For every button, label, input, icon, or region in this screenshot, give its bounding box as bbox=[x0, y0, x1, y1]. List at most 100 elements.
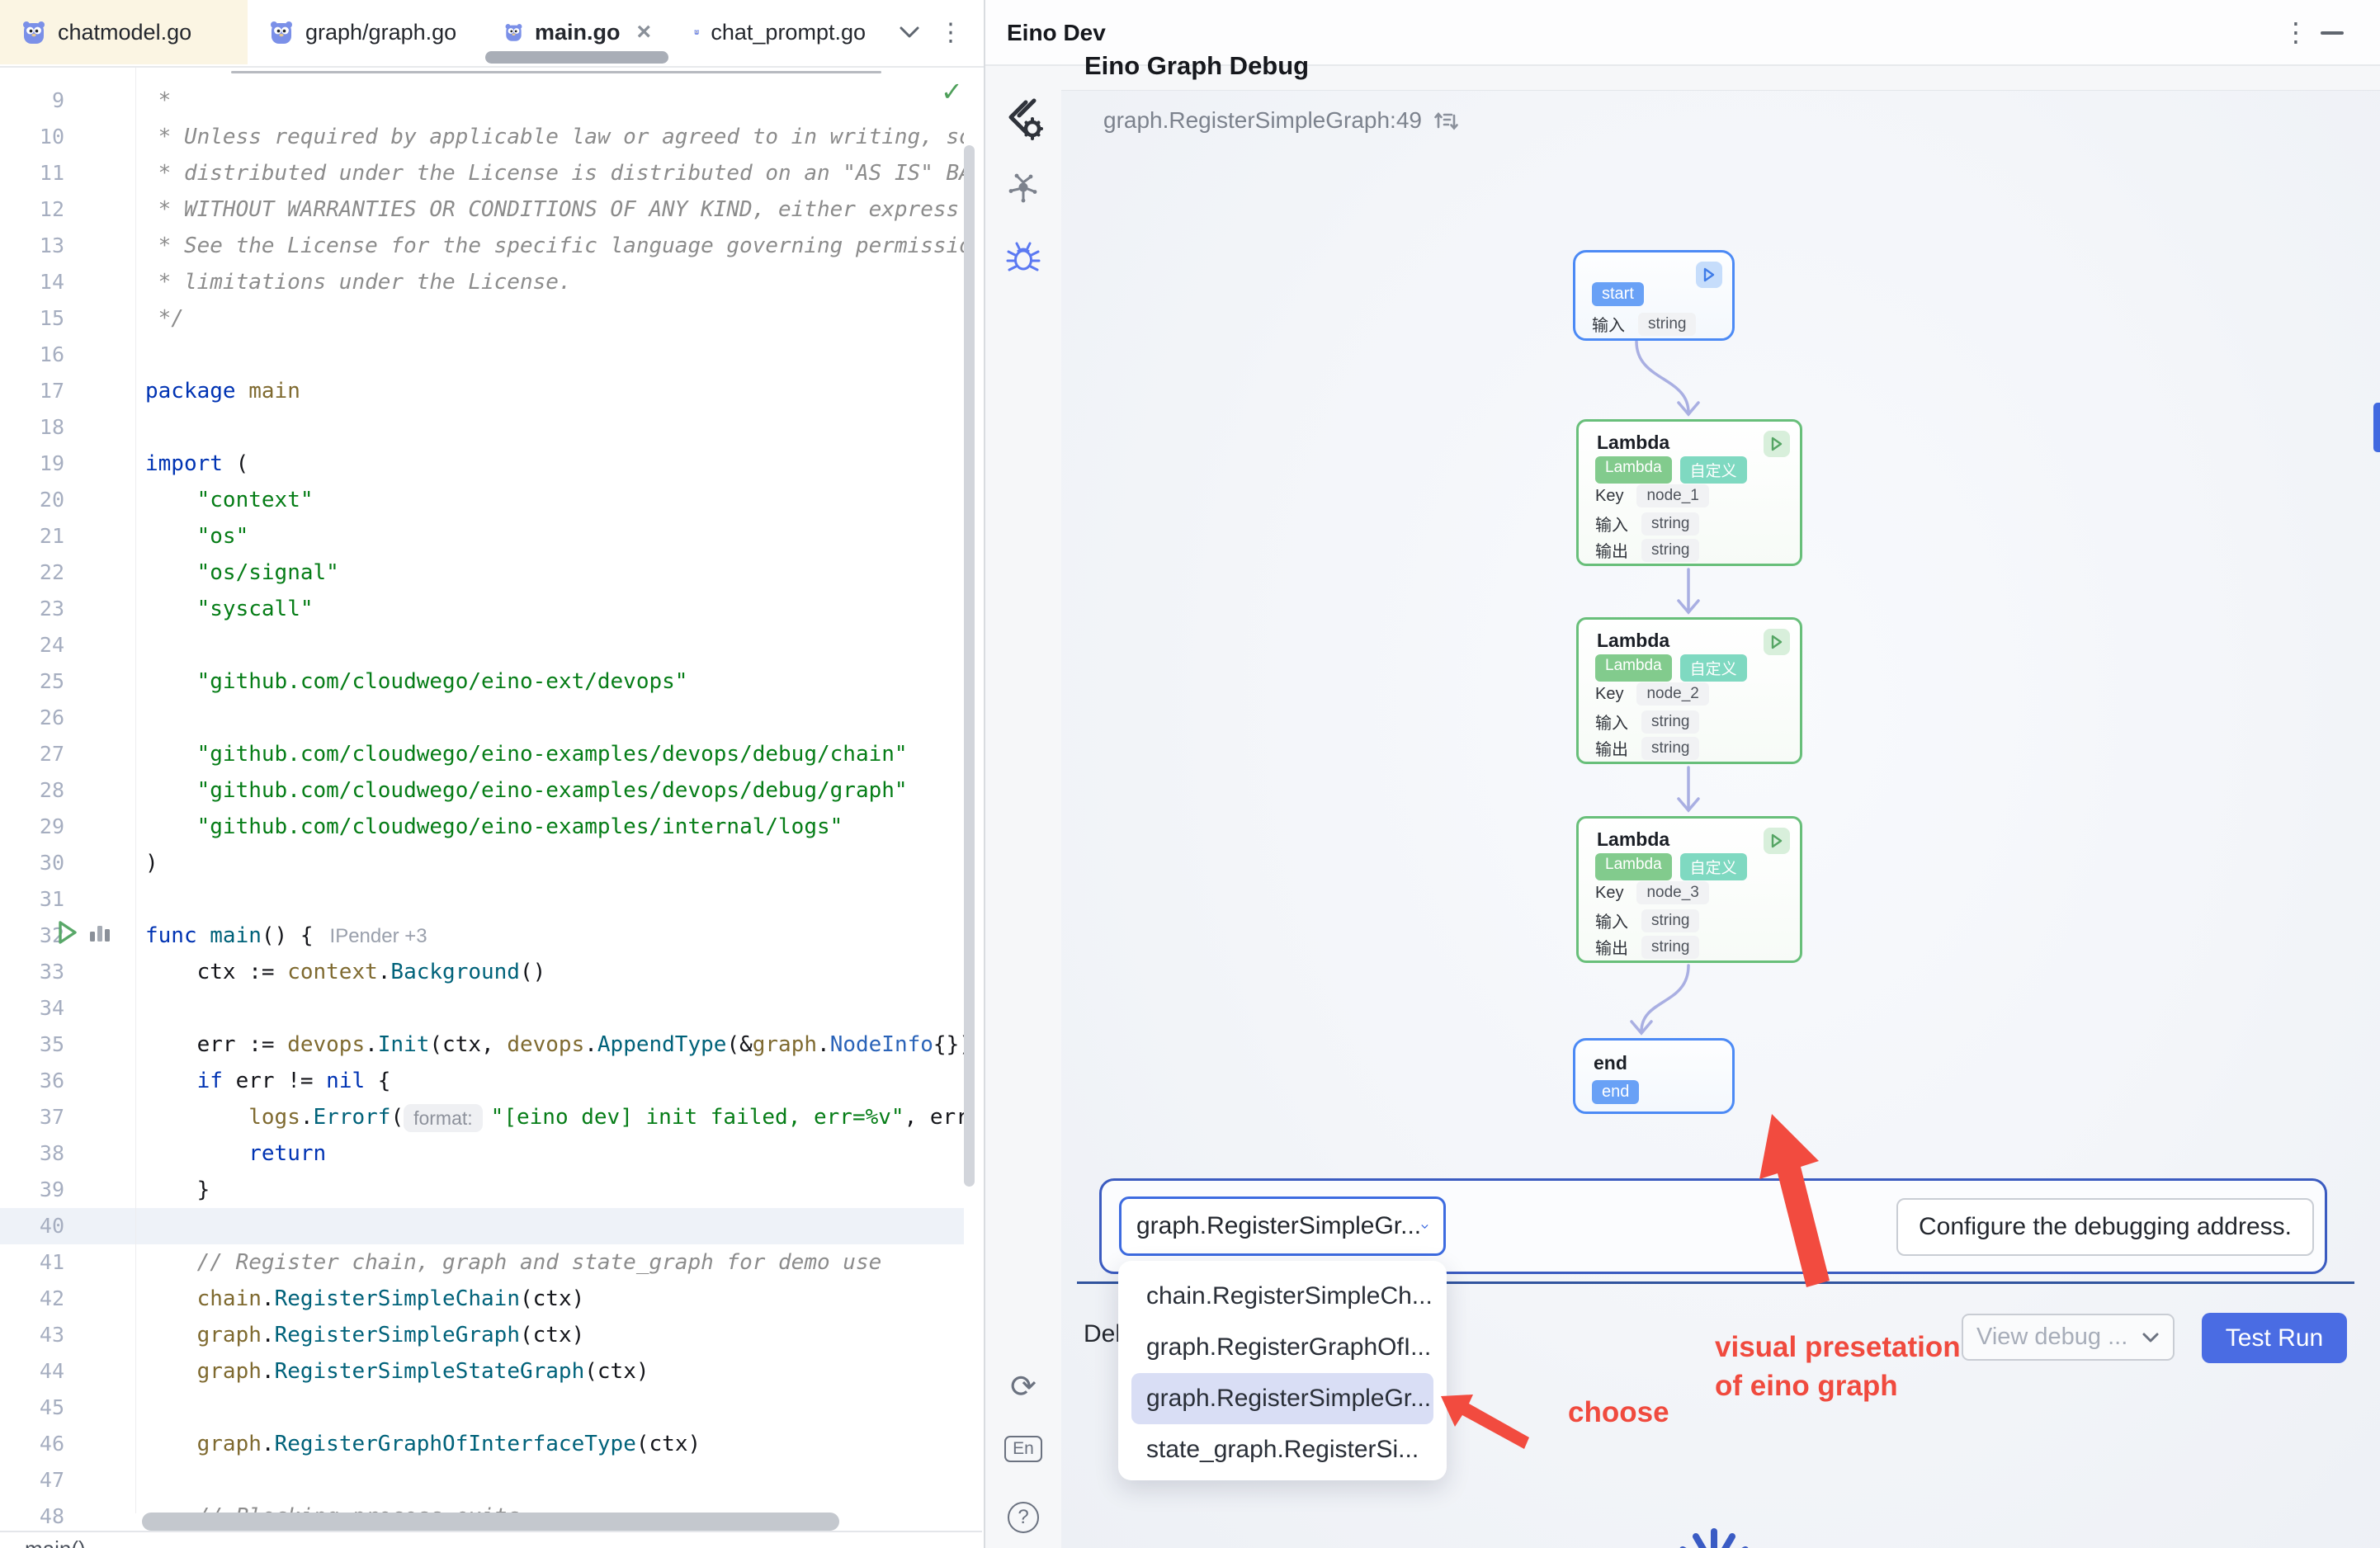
code-line-9: * bbox=[145, 83, 964, 119]
graph-select-value: graph.RegisterSimpleGr... bbox=[1136, 1212, 1421, 1240]
node-row-label: 输出 bbox=[1595, 736, 1628, 760]
run-gutter-icons bbox=[54, 919, 112, 946]
graph-location-text: graph.RegisterSimpleGraph:49 bbox=[1103, 107, 1422, 134]
breadcrumb-main[interactable]: main() bbox=[25, 1536, 86, 1548]
code-line-21: "os" bbox=[145, 518, 964, 555]
tab-chat-prompt-go[interactable]: chat_prompt.go bbox=[673, 0, 887, 64]
annotation-text-line1: visual presetation bbox=[1715, 1331, 1961, 1364]
ide-window: chatmodel.go graph/graph.go main.go × ch… bbox=[0, 0, 2380, 1548]
node-row-label: 输出 bbox=[1595, 538, 1628, 562]
code-line-37: logs.Errorf(format:"[eino dev] init fail… bbox=[145, 1099, 964, 1135]
help-icon[interactable]: ? bbox=[985, 1502, 1061, 1533]
node-row-value: node_1 bbox=[1636, 484, 1708, 507]
editor-kebab-menu-icon[interactable]: ⋮ bbox=[933, 0, 969, 64]
eino-dev-logo-icon[interactable] bbox=[985, 96, 1061, 142]
configure-debug-address-button[interactable]: Configure the debugging address. bbox=[1896, 1198, 2314, 1256]
node-type-badge: end bbox=[1592, 1080, 1639, 1104]
editor-vertical-scrollbar[interactable] bbox=[964, 145, 975, 1187]
node-title: Lambda bbox=[1597, 828, 1669, 851]
node-row-value: string bbox=[1641, 936, 1699, 959]
test-run-button[interactable]: Test Run bbox=[2202, 1313, 2347, 1363]
dropdown-item-2[interactable]: graph.RegisterSimpleGr... bbox=[1131, 1373, 1433, 1424]
panel-minimize-icon[interactable] bbox=[2321, 31, 2344, 35]
debug-bug-icon[interactable] bbox=[985, 239, 1061, 276]
node-row-label: 输出 bbox=[1595, 935, 1628, 959]
run-from-node-icon[interactable] bbox=[1696, 262, 1722, 288]
code-line-30: ) bbox=[145, 845, 964, 881]
code-line-34 bbox=[145, 990, 964, 1026]
code-line-38: return bbox=[145, 1135, 964, 1172]
code-line-33: ctx := context.Background() bbox=[145, 954, 964, 990]
tab-chatmodel-go[interactable]: chatmodel.go bbox=[0, 0, 248, 64]
dropdown-item-0[interactable]: chain.RegisterSimpleCh... bbox=[1131, 1271, 1433, 1322]
run-from-node-icon[interactable] bbox=[1764, 828, 1790, 854]
code-line-27: "github.com/cloudwego/eino-examples/devo… bbox=[145, 736, 964, 772]
editor-tab-bar: chatmodel.go graph/graph.go main.go × ch… bbox=[0, 0, 984, 68]
node-row-value: string bbox=[1641, 710, 1699, 734]
graph-node-icon[interactable] bbox=[985, 172, 1061, 205]
run-from-node-icon[interactable] bbox=[1764, 431, 1790, 457]
go-file-icon bbox=[269, 19, 294, 45]
tab-strip-scrollbar[interactable] bbox=[231, 71, 881, 73]
node-row-value: node_2 bbox=[1636, 682, 1708, 706]
code-line-44: graph.RegisterSimpleStateGraph(ctx) bbox=[145, 1353, 964, 1390]
view-debug-select[interactable]: View debug ... bbox=[1962, 1314, 2175, 1361]
node-row-label: Key bbox=[1595, 884, 1623, 903]
active-tab-scroll-thumb[interactable] bbox=[485, 51, 668, 64]
graph-node-start[interactable]: start 输入 string bbox=[1573, 250, 1735, 341]
run-main-icon[interactable] bbox=[54, 919, 79, 946]
code-line-39: } bbox=[145, 1172, 964, 1208]
tab-list-chevron-down-icon[interactable] bbox=[890, 0, 929, 64]
breadcrumb-bar: main() bbox=[0, 1531, 982, 1548]
graph-node-end[interactable]: end end bbox=[1573, 1038, 1735, 1114]
panel-kebab-menu-icon[interactable]: ⋮ bbox=[2283, 17, 2309, 48]
code-line-18 bbox=[145, 409, 964, 446]
inspections-ok-check-icon[interactable]: ✓ bbox=[941, 76, 963, 107]
code-line-41: // Register chain, graph and state_graph… bbox=[145, 1244, 964, 1281]
node-row-value: string bbox=[1641, 512, 1699, 536]
tab-label: chatmodel.go bbox=[58, 20, 191, 45]
code-editor: chatmodel.go graph/graph.go main.go × ch… bbox=[0, 0, 984, 1548]
run-from-node-icon[interactable] bbox=[1764, 629, 1790, 655]
tab-label: chat_prompt.go bbox=[711, 20, 866, 45]
node-row-label: 输入 bbox=[1595, 512, 1628, 536]
graph-node-lambda-2[interactable]: Lambda Lambda 自定义 Keynode_2 输入string 输出s… bbox=[1576, 617, 1802, 764]
code-line-26 bbox=[145, 700, 964, 736]
node-kind-badge: Lambda bbox=[1595, 456, 1672, 484]
node-row-label: 输入 bbox=[1595, 710, 1628, 734]
dropdown-item-1[interactable]: graph.RegisterGraphOfI... bbox=[1131, 1322, 1433, 1373]
graph-node-lambda-1[interactable]: Lambda Lambda 自定义 Keynode_1 输入string 输出s… bbox=[1576, 419, 1802, 566]
code-line-46: graph.RegisterGraphOfInterfaceType(ctx) bbox=[145, 1426, 964, 1462]
code-content[interactable]: * * Unless required by applicable law or… bbox=[145, 83, 964, 1513]
editor-horizontal-scrollbar[interactable] bbox=[142, 1513, 839, 1531]
author-hint: IPender +3 bbox=[330, 925, 427, 947]
close-tab-icon[interactable]: × bbox=[636, 18, 651, 46]
node-custom-badge: 自定义 bbox=[1680, 456, 1747, 484]
sort-list-icon[interactable] bbox=[1433, 108, 1458, 133]
code-line-25: "github.com/cloudwego/eino-ext/devops" bbox=[145, 663, 964, 700]
dropdown-item-3[interactable]: state_graph.RegisterSi... bbox=[1131, 1424, 1433, 1475]
code-line-17: package main bbox=[145, 373, 964, 409]
node-custom-badge: 自定义 bbox=[1680, 654, 1747, 682]
code-line-48: // Blocking process exits bbox=[145, 1498, 964, 1513]
graph-select[interactable]: graph.RegisterSimpleGr... bbox=[1119, 1196, 1446, 1256]
code-line-36: if err != nil { bbox=[145, 1063, 964, 1099]
panel-scrollbar-thumb[interactable] bbox=[2373, 403, 2380, 452]
code-line-12: * WITHOUT WARRANTIES OR CONDITIONS OF AN… bbox=[145, 191, 964, 228]
node-row-value: string bbox=[1641, 737, 1699, 760]
gutter-line-numbers: 9101112131415161718192021222324252627282… bbox=[0, 83, 91, 1535]
code-line-32: func main() {IPender +3 bbox=[145, 918, 964, 954]
code-line-22: "os/signal" bbox=[145, 555, 964, 591]
node-type-badge: start bbox=[1592, 282, 1644, 306]
profiler-icon[interactable] bbox=[87, 920, 112, 945]
language-toggle-icon[interactable]: En bbox=[985, 1436, 1061, 1462]
tab-graph-go[interactable]: graph/graph.go bbox=[248, 0, 483, 64]
gutter-separator bbox=[135, 68, 136, 1513]
refresh-icon[interactable]: ⟳ bbox=[985, 1368, 1061, 1404]
graph-location-row[interactable]: graph.RegisterSimpleGraph:49 bbox=[1103, 107, 1458, 134]
code-line-29: "github.com/cloudwego/eino-examples/inte… bbox=[145, 809, 964, 845]
node-kind-badge: Lambda bbox=[1595, 654, 1672, 682]
annotation-choose-label: choose bbox=[1568, 1396, 1669, 1429]
code-line-16 bbox=[145, 337, 964, 373]
graph-node-lambda-3[interactable]: Lambda Lambda 自定义 Keynode_3 输入string 输出s… bbox=[1576, 816, 1802, 963]
